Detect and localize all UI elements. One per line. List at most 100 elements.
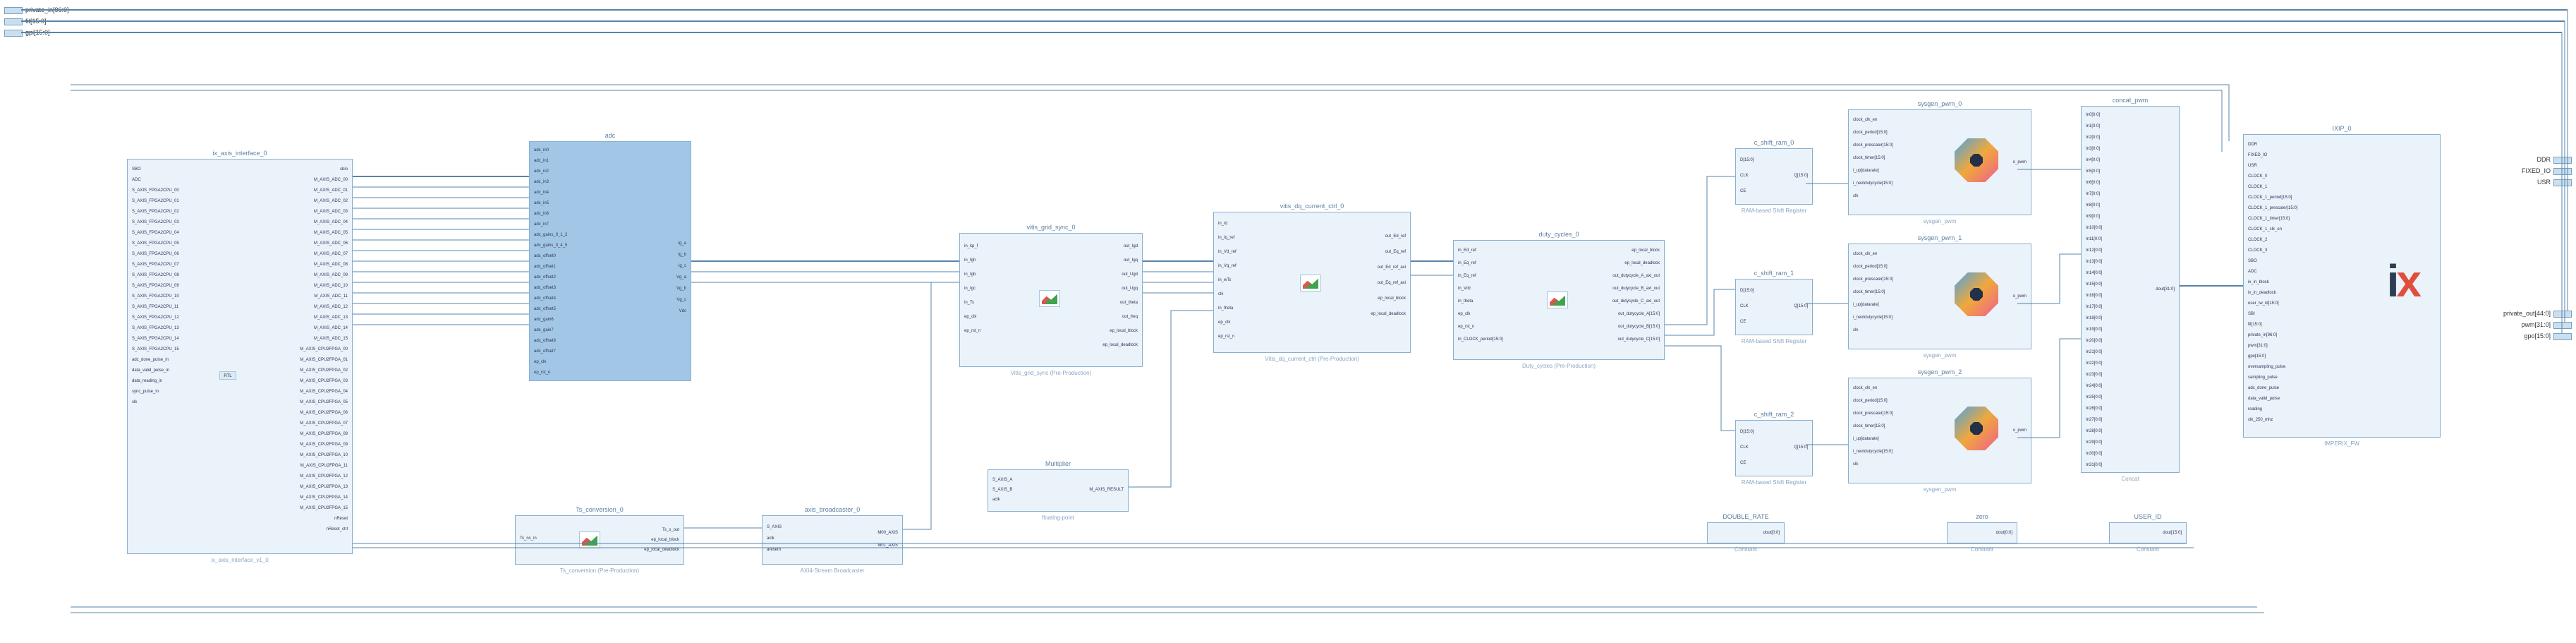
- sysgen-pwm-icon: [1955, 138, 1998, 182]
- axis-bc-out0: M00_AXIS: [877, 530, 898, 536]
- vgs-left-pin-5: ep_clk: [964, 314, 976, 320]
- ixai-left-pin-11: S_AXIS_FPGA2CPU_09: [132, 283, 179, 289]
- ixai-right-pin-22: M_AXIS_CPU2FPGA_05: [300, 399, 348, 406]
- block-c_shift_ram_1[interactable]: c_shift_ram_1RAM-based Shift RegisterD[1…: [1735, 279, 1813, 335]
- concat-left-pin-6: In6[0:0]: [2086, 180, 2100, 186]
- uid-title: USER_ID: [2110, 513, 2186, 520]
- block-vitis-dq-current[interactable]: vitis_dq_current_ctrl_0 Vitis_dq_current…: [1213, 212, 1411, 353]
- adc-right-pin-5: Vg_c: [676, 297, 686, 304]
- adc-right-pin-3: Vg_a: [676, 275, 686, 281]
- ixip-left-pin-16: SBI: [2248, 311, 2255, 318]
- sysgen-pwm-icon: [1955, 272, 1998, 316]
- block-sysgen_pwm_1[interactable]: sysgen_pwm_1sysgen_pwmclock_clk_enclock_…: [1848, 244, 2031, 349]
- adc-left-pin-14: adc_offset4: [534, 296, 556, 302]
- vdq-right-pin-3: out_Eq_ref_axi: [1378, 280, 1406, 287]
- block-zero[interactable]: zero Constant dout[0:0]: [1947, 522, 2017, 543]
- ixip-left-pin-24: data_valid_pulse: [2248, 396, 2280, 402]
- block-c_shift_ram_2[interactable]: c_shift_ram_2RAM-based Shift RegisterD[1…: [1735, 420, 1813, 476]
- block-sysgen_pwm_0[interactable]: sysgen_pwm_0sysgen_pwmclock_clk_enclock_…: [1848, 109, 2031, 215]
- adc-right-pin-0: Ig_a: [678, 241, 686, 247]
- ixip-left-pin-6: CLOCK_1_prescaler[15:0]: [2248, 205, 2297, 212]
- ext-in-pad-0[interactable]: [4, 7, 23, 14]
- ext-in-pad-2[interactable]: [4, 30, 23, 37]
- concat-left-pin-3: In3[0:0]: [2086, 146, 2100, 152]
- adc-left-pin-20: ep_clk: [534, 359, 546, 366]
- adc-left-pin-18: adc_offset6: [534, 338, 556, 344]
- concat-left-pin-8: In8[0:0]: [2086, 203, 2100, 209]
- ixai-right-pin-15: M_AXIS_ADC_14: [314, 325, 348, 332]
- block-sysgen_pwm_2[interactable]: sysgen_pwm_2sysgen_pwmclock_clk_enclock_…: [1848, 378, 2031, 483]
- vdq-right-pin-4: ep_local_block: [1378, 296, 1406, 302]
- block-user-id[interactable]: USER_ID Constant dout[15:0]: [2109, 522, 2187, 543]
- ext-out-pad-5[interactable]: [2553, 333, 2572, 340]
- block-ts-conversion[interactable]: Ts_conversion_0 Ts_conversion (Pre-Produ…: [515, 515, 684, 565]
- adc-left-pin-13: adc_offset3: [534, 285, 556, 292]
- ext-in-pad-1[interactable]: [4, 18, 23, 25]
- adc-left-pin-16: adc_gain6: [534, 317, 554, 323]
- block-adc[interactable]: adc adc_in0adc_in1adc_in2adc_in3adc_in4a…: [529, 141, 691, 381]
- axis-bc-subtitle: AXI4-Stream Broadcaster: [763, 567, 902, 574]
- vdq-left-pin-5: clk: [1218, 292, 1223, 298]
- ix-axis-interface-title: ix_axis_interface_0: [128, 150, 352, 157]
- ixai-right-pin-11: M_AXIS_ADC_10: [314, 283, 348, 289]
- ixai-right-pin-16: M_AXIS_ADC_15: [314, 336, 348, 342]
- ixai-right-pin-14: M_AXIS_ADC_13: [314, 315, 348, 321]
- ixai-right-pin-4: M_AXIS_ADC_03: [314, 209, 348, 215]
- dc-left-pin-1: in_Eq_ref: [1458, 260, 1476, 267]
- mult-out: M_AXIS_RESULT: [1089, 487, 1124, 493]
- ixip-left-pin-5: CLOCK_1_period[15:0]: [2248, 195, 2292, 201]
- vdq-title: vitis_dq_current_ctrl_0: [1214, 203, 1410, 210]
- block-double-rate[interactable]: DOUBLE_RATE Constant dout[0:0]: [1707, 522, 1785, 543]
- concat-left-pin-0: In0[0:0]: [2086, 112, 2100, 119]
- block-ix-axis-interface[interactable]: ix_axis_interface_0 ix_axis_interface_v1…: [127, 159, 353, 554]
- vgs-right-pin-5: out_freq: [1122, 314, 1138, 320]
- vdq-left-pin-3: in_Vq_ref: [1218, 263, 1237, 270]
- ixai-left-pin-10: S_AXIS_FPGA2CPU_08: [132, 272, 179, 279]
- vgs-left-pin-4: in_Ts: [964, 300, 974, 306]
- ixip-left-pin-11: SBO: [2248, 258, 2257, 265]
- ext-out-pad-2[interactable]: [2553, 179, 2572, 186]
- concat-left-pin-10: In10[0:0]: [2086, 225, 2102, 232]
- ixai-right-pin-3: M_AXIS_ADC_02: [314, 198, 348, 205]
- ixai-right-pin-0: sbio: [340, 167, 348, 173]
- vgs-right-pin-6: ep_local_block: [1110, 328, 1138, 335]
- ixai-left-pin-15: S_AXIS_FPGA2CPU_13: [132, 325, 179, 332]
- block-c_shift_ram_0[interactable]: c_shift_ram_0RAM-based Shift RegisterD[1…: [1735, 148, 1813, 205]
- ext-out-pad-3[interactable]: [2553, 311, 2572, 318]
- ixai-right-pin-21: M_AXIS_CPU2FPGA_04: [300, 389, 348, 395]
- dc-right-pin-2: out_dutycycle_A_axi_out: [1612, 273, 1660, 280]
- ext-in-label-1: fit[15:0]: [25, 18, 47, 25]
- block-duty-cycles[interactable]: duty_cycles_0 Duty_cycles (Pre-Productio…: [1453, 240, 1665, 360]
- concat-left-pin-19: In19[0:0]: [2086, 327, 2102, 333]
- block-ixip[interactable]: IXIP_0 IMPERIX_FW DDRFIXED_IOUSRCLOCK_0C…: [2243, 134, 2441, 438]
- zero-sub: Constant: [1948, 546, 2017, 553]
- dc-left-pin-6: ep_rst_n: [1458, 324, 1474, 330]
- vgs-right-pin-0: out_Igd: [1124, 244, 1138, 250]
- concat-left-pin-26: In26[0:0]: [2086, 406, 2102, 412]
- ext-out-pad-0[interactable]: [2553, 157, 2572, 164]
- adc-left-pin-17: adc_gain7: [534, 327, 554, 334]
- ts-conversion-title: Ts_conversion_0: [516, 506, 684, 513]
- block-concat-pwm[interactable]: concat_pwm Concat In0[0:0]In1[0:0]In2[0:…: [2081, 106, 2180, 473]
- dc-icon: [1547, 292, 1568, 308]
- mult-subtitle: floating-point: [988, 515, 1128, 521]
- ixip-left-pin-2: USR: [2248, 163, 2257, 169]
- ixai-right-pin-27: M_AXIS_CPU2FPGA_10: [300, 452, 348, 459]
- ext-out-pad-4[interactable]: [2553, 322, 2572, 329]
- ixip-left-pin-25: reading: [2248, 407, 2262, 413]
- axis-bc-in0: S_AXIS: [767, 524, 782, 531]
- ixai-left-pin-20: data_reading_in: [132, 378, 162, 385]
- dc-left-pin-0: in_Ed_ref: [1458, 248, 1476, 254]
- ext-out-pad-1[interactable]: [2553, 168, 2572, 175]
- block-multiplier[interactable]: Multiplier floating-point S_AXIS_A S_AXI…: [988, 469, 1129, 512]
- ix-axis-interface-badge: RTL: [219, 371, 236, 380]
- vdq-left-pin-0: in_Id: [1218, 221, 1227, 227]
- vgs-right-pin-7: ep_local_deadlock: [1102, 342, 1138, 349]
- ixai-left-pin-4: S_AXIS_FPGA2CPU_02: [132, 209, 179, 215]
- block-vitis-grid-sync[interactable]: vitis_grid_sync_0 Vitis_grid_sync (Pre-P…: [959, 233, 1143, 367]
- block-axis-broadcaster[interactable]: axis_broadcaster_0 AXI4-Stream Broadcast…: [762, 515, 903, 565]
- ixai-right-pin-13: M_AXIS_ADC_12: [314, 304, 348, 311]
- vgs-left-pin-0: in_kp_f: [964, 244, 978, 250]
- ixai-right-pin-20: M_AXIS_CPU2FPGA_03: [300, 378, 348, 385]
- ixai-left-pin-3: S_AXIS_FPGA2CPU_01: [132, 198, 179, 205]
